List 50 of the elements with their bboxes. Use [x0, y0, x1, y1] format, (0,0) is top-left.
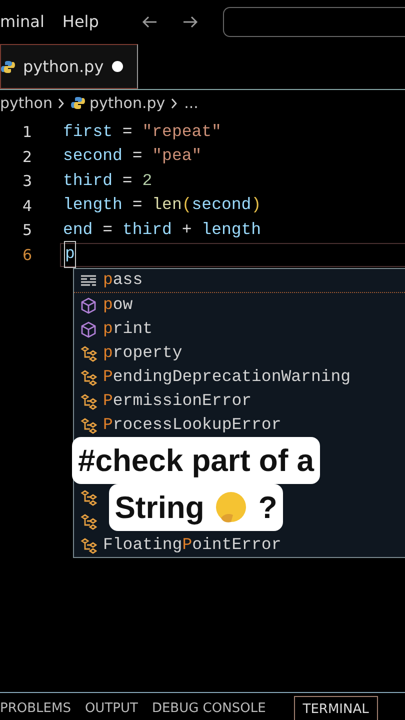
suggestion-item[interactable]: pass — [74, 269, 405, 293]
suggestion-item[interactable]: FloatingPointError — [74, 533, 405, 557]
code-line: length = len(second) — [62, 194, 262, 216]
code-line: end = third + length — [62, 218, 262, 241]
panel-tab[interactable]: OUTPUT — [84, 696, 152, 720]
unsaved-dot-icon — [112, 61, 123, 72]
breadcrumb-item[interactable]: python.py — [71, 92, 166, 114]
suggestion-item[interactable]: print — [74, 317, 405, 341]
panel-tab[interactable]: TERMINAL — [294, 696, 378, 720]
panel-tab[interactable]: PROBLEMS — [0, 696, 85, 720]
breadcrumb-item[interactable]: ... — [184, 92, 198, 114]
class-icon — [80, 392, 97, 410]
line-number: 2 — [21, 146, 33, 168]
keyword-icon — [80, 274, 97, 288]
thinking-emoji-icon — [214, 490, 248, 524]
forward-arrow-icon[interactable] — [182, 16, 199, 28]
line-number: 4 — [21, 196, 33, 216]
suggestion-item[interactable]: PermissionError — [74, 389, 405, 413]
code-line: p — [60, 242, 405, 267]
back-arrow-icon[interactable] — [140, 16, 158, 28]
class-icon — [80, 416, 97, 434]
code-line: first = "repeat" — [62, 120, 222, 143]
line-number: 6 — [21, 244, 33, 266]
menu-item[interactable]: minal — [0, 10, 44, 34]
line-number: 3 — [21, 171, 33, 192]
caption-text: ? — [258, 489, 278, 527]
editor-tab[interactable]: python.py — [0, 44, 138, 89]
panel-tab[interactable]: DEBUG CONSOLE — [152, 696, 280, 720]
cube-icon — [80, 296, 97, 314]
suggestion-item[interactable]: ProcessLookupError — [74, 413, 405, 437]
suggestion-item[interactable]: property — [74, 341, 405, 365]
code-line: second = "pea" — [62, 145, 203, 168]
class-icon — [80, 536, 97, 554]
chevron-icon — [58, 98, 66, 108]
search-field[interactable] — [222, 7, 405, 37]
code-line: third = 2 — [62, 170, 154, 192]
line-number: 5 — [21, 220, 33, 241]
suggestion-item[interactable]: pow — [74, 293, 405, 317]
caption-text: #check part of a — [72, 437, 320, 484]
cube-icon — [80, 320, 97, 338]
caption-text: String — [114, 489, 204, 527]
class-icon — [80, 344, 97, 362]
suggestion-item[interactable]: PendingDeprecationWarning — [74, 365, 405, 389]
chevron-icon — [171, 98, 178, 108]
python-file-icon — [71, 96, 86, 110]
breadcrumb-item[interactable]: python — [0, 92, 52, 114]
line-number: 1 — [21, 122, 33, 143]
python-file-icon — [1, 60, 15, 74]
menu-item[interactable]: Help — [62, 10, 99, 34]
class-icon — [80, 368, 97, 386]
